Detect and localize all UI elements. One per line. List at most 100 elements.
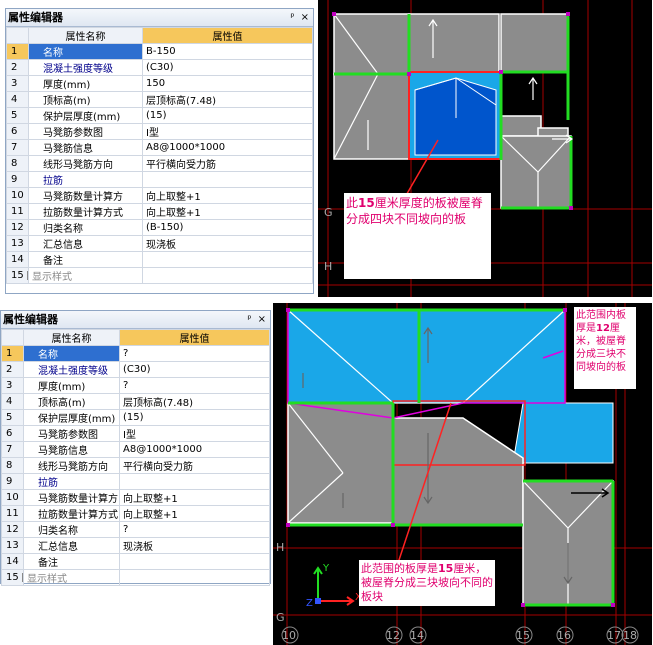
property-row[interactable]: 12 归类名称? [1,521,270,538]
property-value[interactable]: A8@1000*1000 [119,441,270,458]
annotation-12cm-three-slabs: 此范围内板厚是12厘米，被屋脊分成三块不同坡向的板 [574,307,636,389]
column-header-value: 属性值 [119,329,270,346]
property-value[interactable]: 层顶标高(7.48) [119,393,270,410]
property-row[interactable]: 5 保护层厚度(mm) (15) [1,409,270,426]
property-value[interactable] [119,473,270,490]
property-row[interactable]: 6 马凳筋参数图 I型 [6,123,313,140]
row-number: 11 [6,203,29,220]
property-row[interactable]: 14 备注 [6,251,313,268]
property-row[interactable]: 4 顶标高(m) 层顶标高(7.48) [6,91,313,108]
property-row[interactable]: 7 马凳筋信息 A8@1000*1000 [1,441,270,458]
property-row[interactable]: 2 混凝土强度等级 (C30) [1,361,270,378]
row-number: 7 [6,139,29,156]
property-row[interactable]: 14 备注 [1,553,270,570]
close-icon[interactable]: × [258,314,266,325]
ucs-y-label: Y [322,563,330,574]
pin-icon[interactable]: ᵖ [247,314,251,325]
property-value[interactable]: (15) [142,107,313,124]
property-name: 归类名称 [23,521,120,538]
property-value[interactable] [142,267,313,284]
pin-icon[interactable]: ᵖ [290,12,294,23]
close-icon[interactable]: × [301,12,309,23]
row-number: 10 [1,489,24,506]
property-row[interactable]: 9 拉筋 [6,171,313,188]
property-row[interactable]: 13 汇总信息 现浇板 [1,537,270,554]
property-value[interactable]: 现浇板 [119,537,270,554]
property-name: 线形马凳筋方向 [23,457,120,474]
property-name: 拉筋数量计算方式 [23,505,120,522]
property-value[interactable]: (C30) [119,361,270,378]
property-value[interactable]: 向上取整+1 [142,203,313,220]
property-value[interactable]: 平行横向受力筋 [119,457,270,474]
property-table: 属性名称 属性值 1 名称? 2 混凝土强度等级 (C30) 3 厚度(mm)? 4 顶标高(m)… [1,329,270,586]
property-row[interactable]: 7 马凳筋信息 A8@1000*1000 [6,139,313,156]
property-value[interactable] [142,171,313,188]
property-value[interactable]: 向上取整+1 [119,505,270,522]
property-value[interactable] [119,569,270,586]
property-row[interactable]: 10 马凳筋数量计算方 向上取整+1 [1,489,270,506]
property-name: 马凳筋信息 [23,441,120,458]
property-value[interactable]: I型 [142,123,313,140]
property-value[interactable]: (C30) [142,59,313,76]
property-row[interactable]: 3 厚度(mm)? [1,377,270,394]
row-number: 15 + [1,569,24,586]
property-value[interactable]: 层顶标高(7.48) [142,91,313,108]
property-value[interactable] [142,251,313,268]
property-name: 显示样式 [23,569,120,586]
property-row[interactable]: 1 名称 B-150 [6,43,313,60]
property-name: 备注 [28,251,143,268]
cad-view-top[interactable]: G H 此15厘米厚度的板被屋脊分成四块不同坡向的板 [318,0,652,297]
property-row[interactable]: 13 汇总信息 现浇板 [6,235,313,252]
property-value[interactable]: ? [119,377,270,394]
property-row[interactable]: 11 拉筋数量计算方式 向上取整+1 [1,505,270,522]
row-number: 4 [1,393,24,410]
property-row[interactable]: 4 顶标高(m) 层顶标高(7.48) [1,393,270,410]
property-value[interactable]: 现浇板 [142,235,313,252]
row-number: 13 [6,235,29,252]
property-row[interactable]: 12 归类名称 (B-150) [6,219,313,236]
property-value[interactable]: 向上取整+1 [142,187,313,204]
annotation-15cm-four-slabs: 此15厘米厚度的板被屋脊分成四块不同坡向的板 [344,193,491,279]
row-number: 6 [6,123,29,140]
property-value[interactable]: (15) [119,409,270,426]
property-row[interactable]: 6 马凳筋参数图 I型 [1,425,270,442]
property-row[interactable]: 15 +显示样式 [1,569,270,586]
cad-view-bottom[interactable]: Y X Z H G 10 12 14 15 16 17 18 此范围内板厚是12… [273,303,652,645]
property-value[interactable] [119,553,270,570]
row-number: 2 [1,361,24,378]
property-name: 混凝土强度等级 [28,59,143,76]
property-row[interactable]: 10 马凳筋数量计算方 向上取整+1 [6,187,313,204]
property-name: 拉筋数量计算方式 [28,203,143,220]
property-row[interactable]: 1 名称? [1,345,270,362]
property-value[interactable]: B-150 [142,43,313,60]
axis-label-h: H [276,541,284,554]
property-value[interactable]: (B-150) [142,219,313,236]
property-name: 名称 [23,345,120,362]
row-number: 7 [1,441,24,458]
axis-label-h: H [324,260,332,273]
property-value[interactable]: 平行横向受力筋 [142,155,313,172]
property-value[interactable]: ? [119,521,270,538]
property-row[interactable]: 3 厚度(mm) 150 [6,75,313,92]
property-row[interactable]: 8 线形马凳筋方向 平行横向受力筋 [6,155,313,172]
property-row[interactable]: 9 拉筋 [1,473,270,490]
property-row[interactable]: 8 线形马凳筋方向 平行横向受力筋 [1,457,270,474]
property-value[interactable]: 向上取整+1 [119,489,270,506]
property-value[interactable]: A8@1000*1000 [142,139,313,156]
property-value[interactable]: I型 [119,425,270,442]
property-name: 汇总信息 [23,537,120,554]
corner-cell [6,27,29,44]
annotation-15cm-three-slabs: 此范围的板厚是15厘米，被屋脊分成三块坡向不同的板块 [359,560,495,606]
property-name: 拉筋 [23,473,120,490]
property-row[interactable]: 11 拉筋数量计算方式 向上取整+1 [6,203,313,220]
row-number: 14 [6,251,29,268]
property-name: 归类名称 [28,219,143,236]
property-row[interactable]: 5 保护层厚度(mm) (15) [6,107,313,124]
property-value[interactable]: 150 [142,75,313,92]
property-name: 备注 [23,553,120,570]
property-value[interactable]: ? [119,345,270,362]
property-row[interactable]: 15 +显示样式 [6,267,313,284]
property-name: 顶标高(m) [28,91,143,108]
row-number: 8 [1,457,24,474]
property-row[interactable]: 2 混凝土强度等级 (C30) [6,59,313,76]
